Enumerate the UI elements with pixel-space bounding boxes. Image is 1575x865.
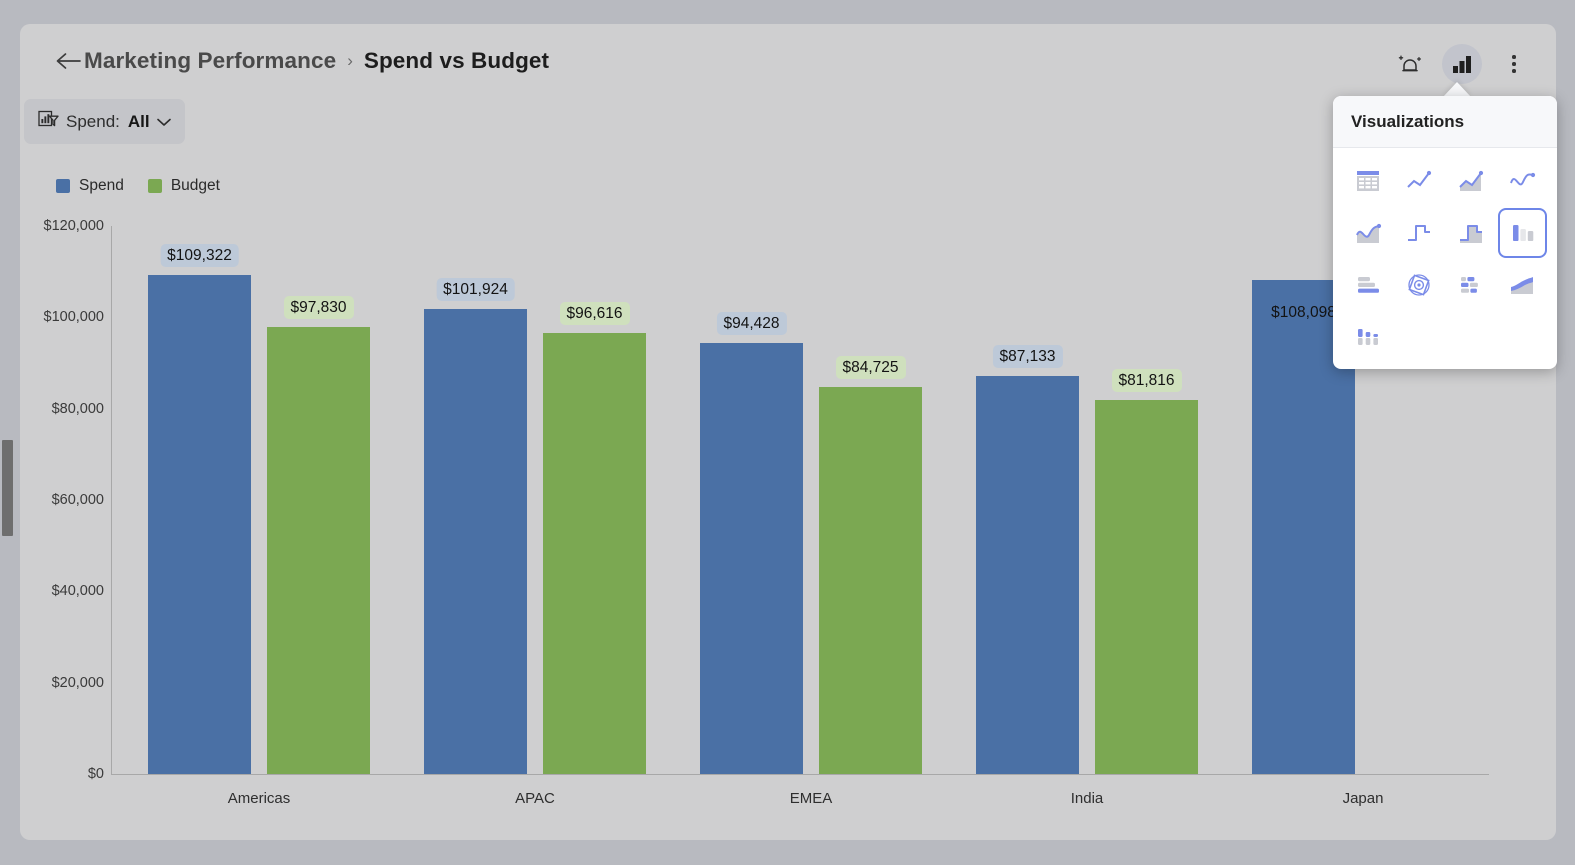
viz-option-pie-icon[interactable] [1395,260,1445,310]
bar-rect[interactable] [267,327,370,774]
legend-label-budget: Budget [170,177,220,194]
legend-item-spend[interactable]: Spend [56,177,124,195]
y-axis-tick: $60,000 [51,492,104,508]
visualizations-icon[interactable] [1442,44,1482,84]
header-actions [1390,44,1534,84]
bar-value-label: $96,616 [559,301,630,325]
viz-option-stacked-bar-icon[interactable] [1446,260,1496,310]
page-scrollbar[interactable] [2,0,13,865]
filter-chart-icon [38,110,59,134]
filter-value: All [127,111,150,131]
chevron-down-icon [156,112,171,132]
bar-rect[interactable] [424,308,527,774]
y-axis-tick: $20,000 [51,674,104,691]
more-options-icon[interactable] [1494,44,1534,84]
bar-rect[interactable] [1095,400,1198,774]
y-axis-tick: $120,000 [43,218,104,234]
bar-rect[interactable] [976,376,1079,774]
x-axis-label: India [1070,790,1104,807]
viz-option-step-area-icon[interactable] [1446,208,1496,258]
x-axis-labels: Americas APAC EMEA India Japan [112,790,1492,820]
viz-option-step-line-icon[interactable] [1395,208,1445,258]
legend-swatch-budget [147,179,162,193]
dashboard-card: Marketing Performance › Spend vs Budget [20,24,1556,840]
page-header: Marketing Performance › Spend vs Budget [20,24,1556,98]
breadcrumb-separator-icon: › [347,51,353,70]
visualizations-panel: Visualizations [1333,96,1557,369]
bar-rect[interactable] [543,332,646,774]
bar-value-label: $87,133 [992,345,1063,369]
plot-area: $109,322 $97,830 $101,924 $96,616 $94,428 $84… [112,226,1492,774]
breadcrumb: Marketing Performance › Spend vs Budget [84,42,549,80]
x-axis-label: Americas [227,790,291,807]
scrollbar-thumb[interactable] [2,440,13,536]
bar-value-label: $94,428 [716,311,787,335]
ai-insights-icon[interactable] [1390,44,1430,84]
filter-label: Spend: [66,111,120,131]
breadcrumb-parent[interactable]: Marketing Performance [84,48,336,74]
viz-option-spline-area-icon[interactable] [1343,208,1393,258]
visualizations-grid [1333,148,1557,369]
bar-group: $101,924 $96,616 [388,226,664,774]
viz-option-line-icon[interactable] [1395,156,1445,206]
bar-group: $109,322 $97,830 [112,226,388,774]
y-axis-tick: $40,000 [51,583,104,600]
legend-item-budget[interactable]: Budget [147,177,220,195]
bar-value-label: $84,725 [835,356,906,380]
bar-rect[interactable] [819,387,922,774]
viz-option-grouped-column-icon[interactable] [1343,312,1393,362]
viz-option-column-icon[interactable] [1497,208,1547,258]
y-axis: $0 $20,000 $40,000 $60,000 $80,000 $100,000 $1… [20,214,113,782]
y-axis-tick: $100,000 [43,309,104,326]
x-axis-label: APAC [515,790,555,807]
spend-filter-chip[interactable]: Spend: All [24,99,185,144]
x-axis-line [111,774,1489,775]
x-axis-label: Japan [1342,790,1384,807]
legend-swatch-spend [56,179,70,193]
viz-option-table-icon[interactable] [1343,156,1393,206]
y-axis-tick: $0 [87,766,104,782]
bar-rect[interactable] [700,342,803,774]
bar-value-label: $81,816 [1111,369,1182,393]
bar-chart: $0 $20,000 $40,000 $60,000 $80,000 $100,000 $1… [20,214,1556,840]
kebab-dots [1512,55,1516,73]
x-axis-label: EMEA [789,790,833,807]
chart-legend: Spend Budget [56,177,220,195]
viz-option-stacked-area-icon[interactable] [1498,260,1548,310]
visualizations-panel-title: Visualizations [1333,96,1557,148]
bar-group: $87,133 $81,816 [940,226,1216,774]
back-arrow-icon[interactable] [51,44,85,78]
page-title: Spend vs Budget [363,48,550,73]
bar-rect[interactable] [148,274,251,774]
app-root: Marketing Performance › Spend vs Budget [0,0,1575,865]
viz-option-area-line-icon[interactable] [1446,156,1496,206]
bar-value-label: $101,924 [436,277,515,301]
y-axis-tick: $80,000 [51,400,104,417]
viz-option-spline-icon[interactable] [1498,156,1548,206]
viz-option-bar-icon[interactable] [1343,260,1393,310]
bar-value-label: $97,830 [283,296,354,320]
bar-group: $94,428 $84,725 [664,226,940,774]
bar-value-label: $108,098 [1271,304,1336,322]
popover-arrow [1443,82,1471,97]
legend-label-spend: Spend [79,177,124,194]
bar-value-label: $109,322 [160,243,239,267]
